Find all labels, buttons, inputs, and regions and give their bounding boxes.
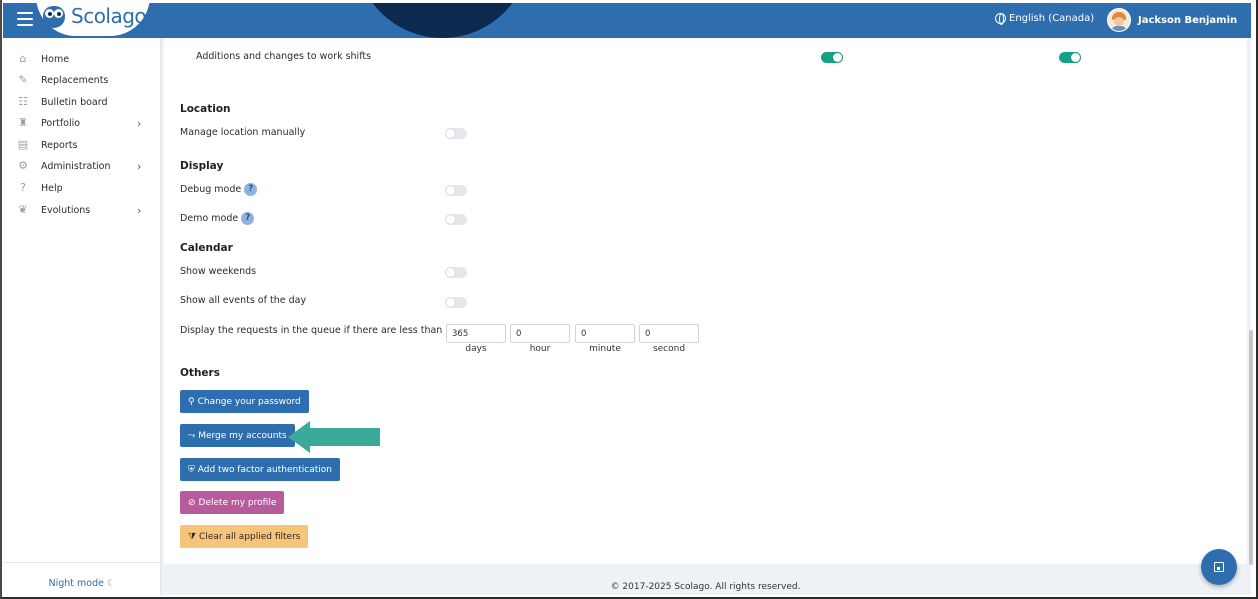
demo-mode-label: Demo mode bbox=[180, 213, 239, 224]
user-menu[interactable]: Jackson Benjamin bbox=[1107, 8, 1237, 32]
user-name: Jackson Benjamin bbox=[1138, 14, 1238, 26]
chevron-right-icon: › bbox=[137, 159, 142, 173]
button-label: Add two factor authentication bbox=[197, 464, 332, 475]
show-all-events-toggle[interactable] bbox=[445, 297, 467, 308]
sidebar-item-label: Help bbox=[41, 182, 63, 194]
user-slash-icon: ⊘ bbox=[188, 497, 196, 508]
sprout-icon: ❦ bbox=[18, 203, 28, 216]
add-two-factor-button[interactable]: ⛨ Add two factor authentication bbox=[180, 458, 340, 481]
queue-days-input[interactable] bbox=[446, 324, 506, 343]
gear-icon: ⚙ bbox=[18, 159, 28, 172]
shift-notification-label: Additions and changes to work shifts bbox=[196, 51, 372, 62]
debug-mode-row: Debug mode? bbox=[180, 183, 258, 196]
button-label: Merge my accounts bbox=[198, 430, 287, 441]
show-weekends-label: Show weekends bbox=[180, 266, 257, 277]
sidebar-item-label: Evolutions bbox=[41, 204, 91, 216]
hour-unit-label: hour bbox=[529, 344, 551, 354]
save-button[interactable] bbox=[1201, 549, 1237, 585]
sidebar-item-home[interactable]: ⌂ Home bbox=[3, 49, 161, 69]
night-mode-toggle[interactable]: Night mode ☾ bbox=[3, 578, 161, 589]
sidebar: ⌂ Home ✎ Replacements ☷ Bulletin board ♜… bbox=[3, 38, 161, 595]
moon-icon: ☾ bbox=[106, 578, 116, 589]
button-label: Clear all applied filters bbox=[199, 531, 301, 542]
queue-seconds-input[interactable] bbox=[639, 324, 699, 343]
replacements-icon: ✎ bbox=[18, 73, 28, 86]
sidebar-item-label: Bulletin board bbox=[41, 96, 108, 108]
sidebar-item-administration[interactable]: ⚙ Administration › bbox=[3, 156, 161, 176]
sidebar-item-label: Home bbox=[41, 53, 70, 65]
debug-mode-toggle[interactable] bbox=[445, 185, 467, 196]
section-display-title: Display bbox=[180, 160, 224, 172]
home-icon: ⌂ bbox=[19, 52, 27, 65]
logo-text: Scolago bbox=[71, 4, 147, 28]
header-decoration bbox=[355, 3, 530, 38]
show-weekends-toggle[interactable] bbox=[445, 267, 467, 278]
shift-toggle-push[interactable] bbox=[1059, 52, 1081, 63]
logo[interactable]: Scolago bbox=[41, 4, 147, 28]
night-mode-label: Night mode bbox=[48, 578, 104, 589]
sidebar-item-label: Administration bbox=[41, 160, 111, 172]
chevron-right-icon: › bbox=[137, 203, 142, 217]
help-icon[interactable]: ? bbox=[241, 212, 255, 225]
scrollbar[interactable] bbox=[1249, 330, 1253, 565]
settings-panel: Additions and changes to work shifts Loc… bbox=[164, 38, 1247, 564]
merge-accounts-button[interactable]: ⤳ Merge my accounts bbox=[180, 424, 295, 447]
manage-location-label: Manage location manually bbox=[180, 127, 306, 138]
filter-icon: ⧩ bbox=[188, 531, 197, 542]
divider bbox=[3, 562, 161, 563]
sidebar-item-evolutions[interactable]: ❦ Evolutions › bbox=[3, 200, 161, 220]
help-icon[interactable]: ? bbox=[244, 183, 258, 196]
sidebar-item-reports[interactable]: ▤ Reports bbox=[3, 135, 161, 155]
bulletin-board-icon: ☷ bbox=[18, 95, 28, 108]
second-unit-label: second bbox=[652, 344, 686, 354]
clear-filters-button[interactable]: ⧩ Clear all applied filters bbox=[180, 525, 309, 548]
chevron-right-icon: › bbox=[137, 116, 142, 130]
demo-mode-toggle[interactable] bbox=[445, 214, 467, 225]
section-location-title: Location bbox=[180, 103, 231, 115]
report-icon: ▤ bbox=[17, 138, 29, 151]
delete-profile-button[interactable]: ⊘ Delete my profile bbox=[180, 491, 285, 514]
queue-minutes-input[interactable] bbox=[575, 324, 635, 343]
sidebar-item-label: Replacements bbox=[41, 74, 109, 86]
show-all-events-label: Show all events of the day bbox=[180, 295, 307, 306]
save-icon bbox=[1214, 562, 1224, 572]
avatar bbox=[1107, 8, 1131, 32]
section-others-title: Others bbox=[180, 367, 220, 379]
button-label: Delete my profile bbox=[198, 497, 277, 508]
merge-icon: ⤳ bbox=[188, 430, 196, 441]
owl-logo-icon bbox=[41, 4, 67, 28]
section-calendar-title: Calendar bbox=[180, 242, 233, 254]
globe-icon bbox=[995, 13, 1006, 25]
debug-mode-label: Debug mode bbox=[180, 184, 242, 195]
button-label: Change your password bbox=[197, 396, 301, 407]
manage-location-toggle[interactable] bbox=[445, 128, 467, 139]
sidebar-item-portfolio[interactable]: ♜ Portfolio › bbox=[3, 113, 161, 133]
footer-copyright: © 2017-2025 Scolago. All rights reserved… bbox=[610, 582, 801, 592]
language-label: English (Canada) bbox=[1009, 13, 1095, 24]
shift-toggle-email[interactable] bbox=[821, 52, 843, 63]
sidebar-item-replacements[interactable]: ✎ Replacements bbox=[3, 70, 161, 90]
shield-icon: ⛨ bbox=[188, 464, 195, 475]
queue-threshold-label: Display the requests in the queue if the… bbox=[180, 325, 443, 336]
menu-toggle-icon[interactable] bbox=[17, 12, 33, 26]
change-password-button[interactable]: ⚲ Change your password bbox=[180, 390, 309, 413]
demo-mode-row: Demo mode? bbox=[180, 212, 255, 225]
top-bar: English (Canada) Jackson Benjamin bbox=[3, 3, 1251, 38]
key-icon: ⚲ bbox=[188, 396, 195, 407]
question-icon: ? bbox=[20, 181, 26, 194]
sidebar-item-label: Portfolio bbox=[41, 117, 81, 129]
sidebar-item-help[interactable]: ? Help bbox=[3, 178, 161, 198]
trophy-icon: ♜ bbox=[18, 116, 28, 129]
annotation-arrow bbox=[288, 421, 380, 453]
minute-unit-label: minute bbox=[589, 344, 621, 354]
sidebar-item-bulletin-board[interactable]: ☷ Bulletin board bbox=[3, 92, 161, 112]
days-unit-label: days bbox=[465, 344, 487, 354]
queue-hours-input[interactable] bbox=[510, 324, 570, 343]
sidebar-item-label: Reports bbox=[41, 139, 78, 151]
language-selector[interactable]: English (Canada) bbox=[995, 13, 1095, 25]
